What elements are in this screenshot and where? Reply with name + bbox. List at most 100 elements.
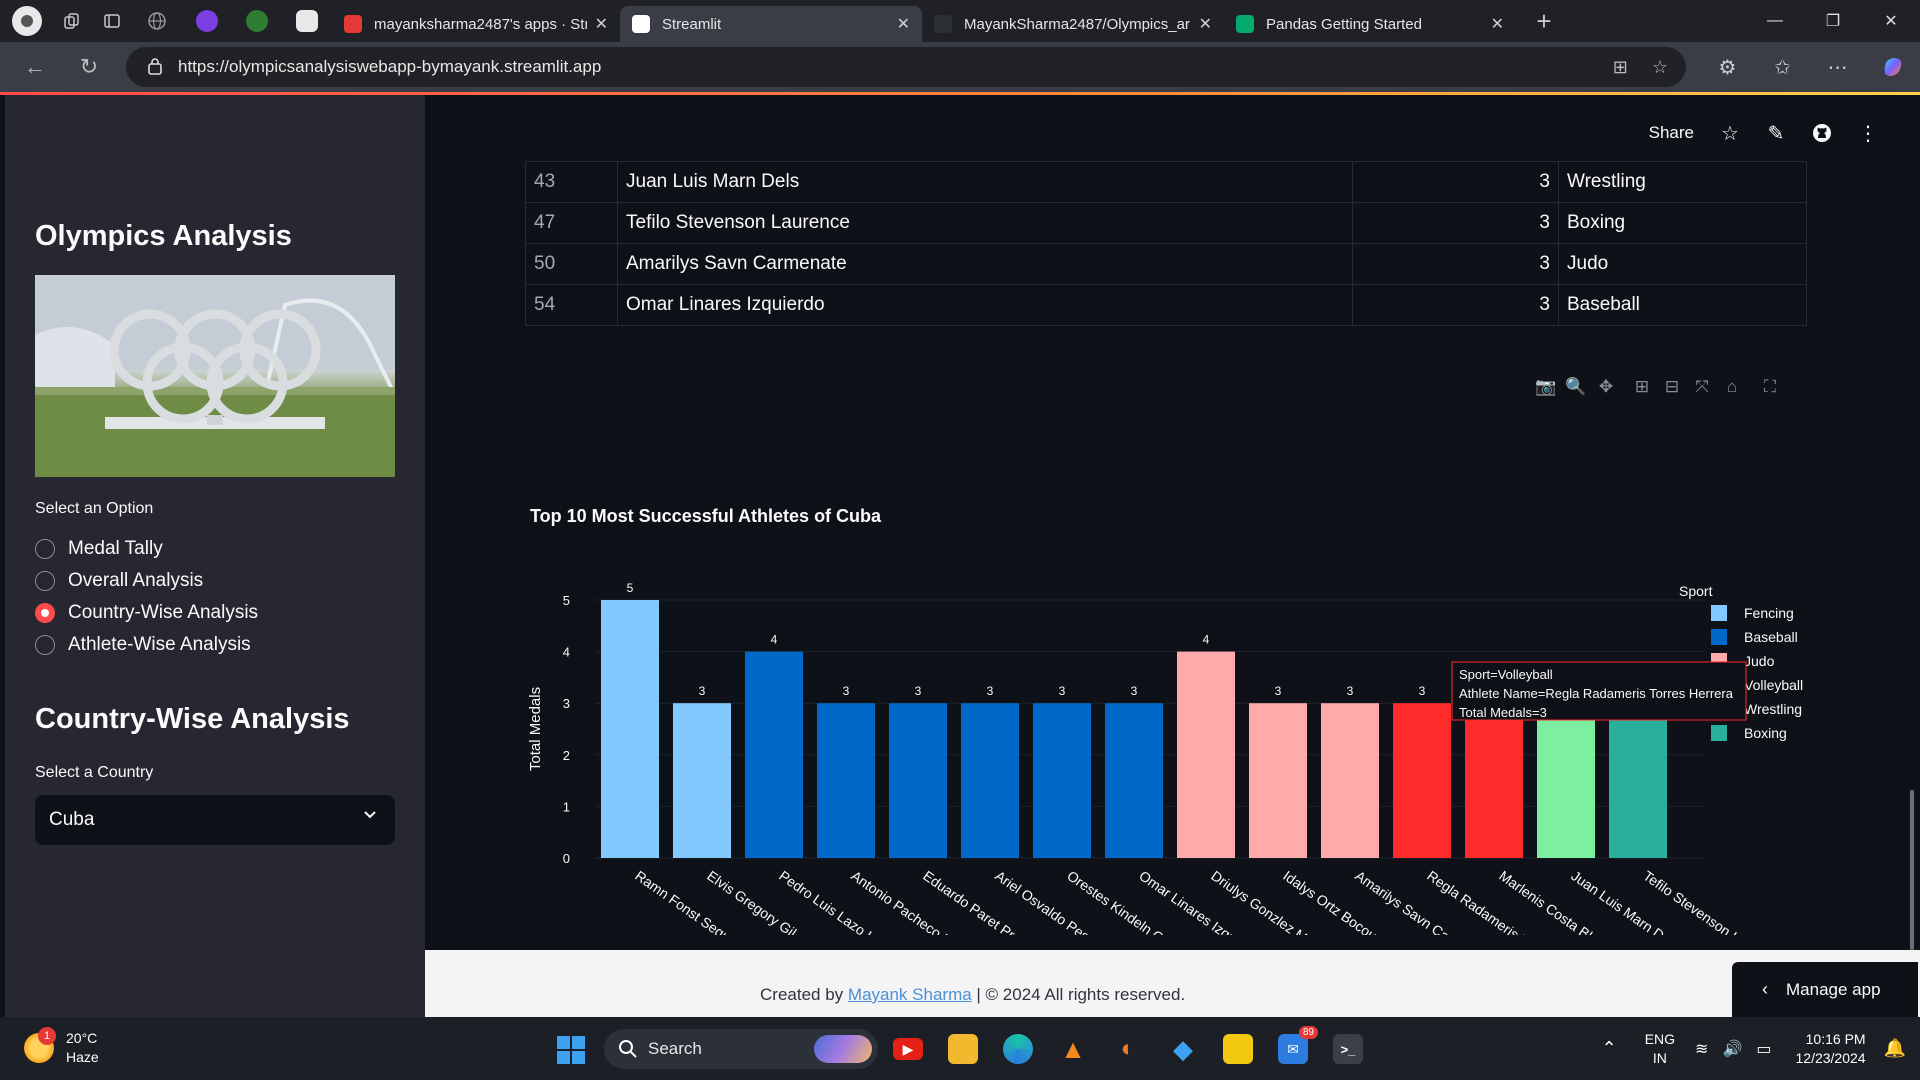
vlc-icon[interactable]: ▲ <box>1058 1034 1088 1064</box>
autoscale-icon[interactable]: ⤧ <box>1691 377 1713 397</box>
table-row[interactable]: 47 Tefilo Stevenson Laurence 3 Boxing <box>525 202 1807 244</box>
zoom-out-icon[interactable]: ⊟ <box>1661 377 1683 397</box>
star-icon[interactable]: ☆ <box>1720 123 1740 145</box>
zoom-icon[interactable]: 🔍 <box>1565 377 1587 397</box>
close-window-icon[interactable]: ✕ <box>1862 0 1920 42</box>
cell-sport[interactable]: Judo <box>1558 243 1807 285</box>
legend-swatch[interactable] <box>1711 629 1727 645</box>
radio-button-selected[interactable] <box>35 603 55 623</box>
tab-close-icon[interactable]: ✕ <box>1491 14 1504 34</box>
more-options-icon[interactable]: ⋯ <box>1810 55 1865 80</box>
weather-widget[interactable]: 1 20°C Haze <box>24 1027 99 1067</box>
chart-bar[interactable] <box>1105 703 1163 858</box>
cell-medals[interactable]: 3 <box>1352 202 1559 244</box>
language-indicator[interactable]: ENG IN <box>1645 1030 1675 1068</box>
cell-sport[interactable]: Wrestling <box>1558 161 1807 203</box>
radio-button[interactable] <box>35 635 55 655</box>
pinned-tab-shield-icon[interactable] <box>182 0 232 42</box>
radio-athlete-wise-analysis[interactable]: Athlete-Wise Analysis <box>35 634 251 656</box>
camera-icon[interactable]: 📷 <box>1535 377 1557 397</box>
browser-tab[interactable]: MayankSharma2487/Olympics_ar ✕ <box>922 6 1224 42</box>
file-explorer-icon[interactable] <box>948 1034 978 1064</box>
radio-button[interactable] <box>35 571 55 591</box>
chart-bar[interactable] <box>1249 703 1307 858</box>
tab-close-icon[interactable]: ✕ <box>1199 14 1212 34</box>
radio-overall-analysis[interactable]: Overall Analysis <box>35 570 203 592</box>
cell-name[interactable]: Amarilys Savn Carmenate <box>617 243 1353 285</box>
youtube-icon[interactable]: ▶ <box>893 1038 923 1060</box>
cell-index[interactable]: 50 <box>525 243 618 285</box>
notification-bell-icon[interactable]: 🔔 <box>1884 1038 1906 1059</box>
reset-axes-icon[interactable]: ⌂ <box>1721 377 1743 397</box>
minimize-icon[interactable]: — <box>1746 0 1804 42</box>
new-tab-icon[interactable]: + <box>1524 0 1564 42</box>
chart-bar[interactable] <box>1033 703 1091 858</box>
clock[interactable]: 10:16 PM 12/23/2024 <box>1796 1030 1866 1068</box>
copilot-icon[interactable] <box>1865 54 1920 80</box>
jupyter-icon[interactable]: ◐ <box>1113 1034 1143 1064</box>
athletes-dataframe[interactable]: 43 Juan Luis Marn Dels 3 Wrestling 47 Tefilo … <box>525 161 1807 326</box>
cell-index[interactable]: 47 <box>525 202 618 244</box>
tab-actions-icon[interactable] <box>92 0 132 42</box>
legend-item[interactable]: Wrestling <box>1744 701 1802 717</box>
terminal-icon[interactable]: >_ <box>1333 1034 1363 1064</box>
vscode-icon[interactable]: ◆ <box>1168 1034 1198 1064</box>
cell-sport[interactable]: Baseball <box>1558 284 1807 326</box>
country-select[interactable]: Cuba <box>35 795 395 845</box>
radio-button[interactable] <box>35 539 55 559</box>
mail-icon[interactable]: ✉ 89 <box>1278 1026 1318 1064</box>
profile-avatar-icon[interactable] <box>12 6 42 36</box>
edit-pencil-icon[interactable]: ✎ <box>1766 123 1786 145</box>
restore-icon[interactable]: ❐ <box>1804 0 1862 42</box>
chart-bar[interactable] <box>817 703 875 858</box>
chart-bar[interactable] <box>889 703 947 858</box>
chart-bar[interactable] <box>1393 703 1451 858</box>
chevron-up-icon[interactable]: ⌃ <box>1602 1038 1617 1059</box>
share-button[interactable]: Share <box>1649 123 1694 143</box>
github-icon[interactable] <box>1812 123 1832 143</box>
chart-bar[interactable] <box>1321 703 1379 858</box>
cell-index[interactable]: 54 <box>525 284 618 326</box>
tab-close-icon[interactable]: ✕ <box>897 14 910 34</box>
browser-tab[interactable]: Pandas Getting Started ✕ <box>1224 6 1516 42</box>
radio-medal-tally[interactable]: Medal Tally <box>35 538 163 560</box>
extensions-icon[interactable]: ⚙ <box>1700 55 1755 80</box>
table-row[interactable]: 54 Omar Linares Izquierdo 3 Baseball <box>525 284 1807 326</box>
cell-medals[interactable]: 3 <box>1352 284 1559 326</box>
chart-bar[interactable] <box>1537 703 1595 858</box>
apps-icon[interactable]: ⊞ <box>1613 57 1628 78</box>
chart-bar[interactable] <box>1609 703 1667 858</box>
taskbar-search[interactable]: Search <box>604 1029 878 1069</box>
cell-name[interactable]: Tefilo Stevenson Laurence <box>617 202 1353 244</box>
url-field[interactable]: https://olympicsanalysiswebapp-bymayank.… <box>126 47 1686 87</box>
table-row[interactable]: 50 Amarilys Savn Carmenate 3 Judo <box>525 243 1807 285</box>
chart-bar[interactable] <box>673 703 731 858</box>
power-bi-icon[interactable] <box>1223 1034 1253 1064</box>
legend-swatch[interactable] <box>1711 725 1727 741</box>
workspaces-icon[interactable] <box>52 0 92 42</box>
pan-icon[interactable]: ✥ <box>1595 377 1617 397</box>
windows-start-icon[interactable] <box>556 1035 586 1065</box>
bar-chart[interactable]: Top 10 Most Successful Athletes of Cuba 0… <box>425 395 1920 935</box>
refresh-icon[interactable]: ↻ <box>66 44 112 90</box>
zoom-in-icon[interactable]: ⊞ <box>1631 377 1653 397</box>
chart-bar[interactable] <box>1177 651 1235 858</box>
cell-medals[interactable]: 3 <box>1352 243 1559 285</box>
chart-bar[interactable] <box>601 600 659 858</box>
pinned-tab-chat-icon[interactable] <box>232 0 282 42</box>
back-icon[interactable]: ← <box>12 44 58 90</box>
battery-icon[interactable]: ▭ <box>1756 1039 1771 1059</box>
manage-app-button[interactable]: ‹ Manage app <box>1732 962 1918 1017</box>
legend-item[interactable]: Boxing <box>1744 725 1787 741</box>
favorite-star-icon[interactable]: ☆ <box>1652 57 1668 78</box>
cell-sport[interactable]: Boxing <box>1558 202 1807 244</box>
legend-item[interactable]: Baseball <box>1744 629 1798 645</box>
legend-item[interactable]: Fencing <box>1744 605 1794 621</box>
cell-index[interactable]: 43 <box>525 161 618 203</box>
table-row[interactable]: 43 Juan Luis Marn Dels 3 Wrestling <box>525 161 1807 203</box>
pinned-tab-openai-icon[interactable] <box>282 0 332 42</box>
cell-medals[interactable]: 3 <box>1352 161 1559 203</box>
cell-name[interactable]: Omar Linares Izquierdo <box>617 284 1353 326</box>
legend-item[interactable]: Judo <box>1744 653 1775 669</box>
chart-bar[interactable] <box>745 651 803 858</box>
